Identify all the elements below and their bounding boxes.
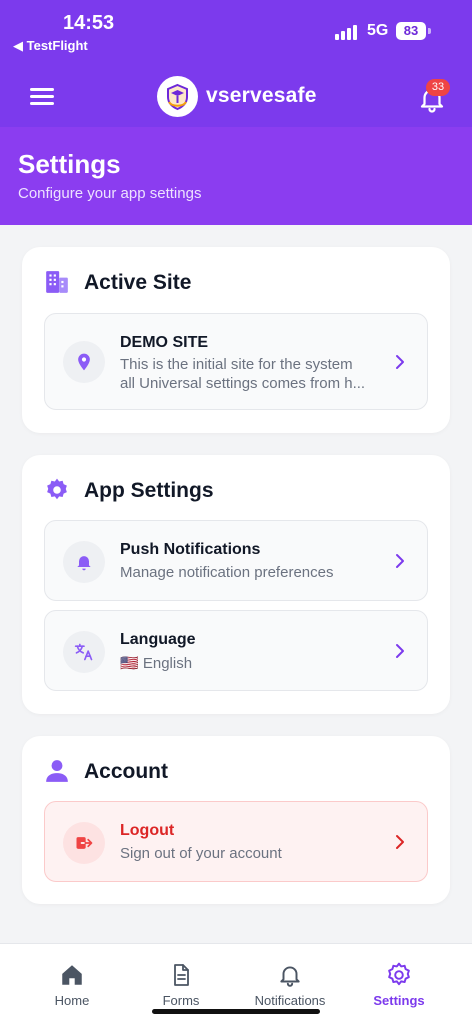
- language-title: Language: [120, 631, 196, 648]
- brand-name: vservesafe: [206, 84, 317, 107]
- demo-site-desc-line2: all Universal settings comes from h...: [120, 375, 366, 392]
- menu-icon[interactable]: [30, 88, 54, 106]
- home-indicator: [152, 1009, 320, 1014]
- language-value: 🇺🇸 English: [120, 655, 193, 672]
- tab-forms-label: Forms: [162, 993, 200, 1008]
- tab-settings-label: Settings: [373, 993, 425, 1008]
- gear-icon: [388, 962, 410, 986]
- status-bar: 14:53 ◀ TestFlight 5G 83: [0, 0, 472, 62]
- logout-desc: Sign out of your account: [120, 845, 282, 862]
- network-type: 5G: [367, 22, 389, 39]
- active-site-card: Active Site DEMO SITE This is the initia…: [22, 247, 450, 433]
- battery-icon: 83: [396, 22, 426, 40]
- battery-nub: [428, 28, 431, 34]
- app-settings-card: App Settings Push Notifications Manage n…: [22, 455, 450, 714]
- location-pin-icon: [63, 341, 105, 383]
- demo-site-title: DEMO SITE: [120, 334, 209, 351]
- tab-settings[interactable]: Settings: [340, 944, 458, 1024]
- testflight-back-link[interactable]: ◀ TestFlight: [13, 38, 88, 54]
- user-icon: [46, 760, 68, 782]
- language-item[interactable]: Language 🇺🇸 English: [44, 610, 428, 691]
- translate-icon: [63, 631, 105, 673]
- push-notifications-item[interactable]: Push Notifications Manage notification p…: [44, 520, 428, 601]
- building-icon: [46, 271, 68, 293]
- status-time: 14:53: [63, 12, 115, 34]
- tab-home-label: Home: [54, 993, 90, 1008]
- chevron-right-icon: [396, 835, 404, 849]
- app-header: vservesafe: [0, 62, 472, 127]
- active-site-title: Active Site: [84, 271, 192, 294]
- demo-site-desc-line1: This is the initial site for the system: [120, 356, 353, 373]
- signal-icon: [335, 24, 361, 40]
- logout-icon: [63, 822, 105, 864]
- bell-icon: [63, 541, 105, 583]
- chevron-right-icon: [396, 644, 404, 658]
- account-title: Account: [84, 760, 168, 783]
- logout-title: Logout: [120, 822, 175, 839]
- home-icon: [62, 965, 82, 985]
- app-logo: [157, 76, 198, 117]
- chevron-right-icon: [396, 355, 404, 369]
- account-card: Account Logout Sign out of your account: [22, 736, 450, 904]
- bell-icon: [280, 966, 300, 987]
- page-subtitle: Configure your app settings: [18, 185, 202, 202]
- notification-count-badge: 33: [426, 79, 450, 96]
- push-notifications-desc: Manage notification preferences: [120, 564, 334, 581]
- chevron-right-icon: [396, 554, 404, 568]
- tab-notifications-label: Notifications: [254, 993, 326, 1008]
- document-icon: [174, 964, 189, 986]
- page-title: Settings: [18, 149, 121, 179]
- gear-icon: [47, 478, 67, 500]
- logout-item[interactable]: Logout Sign out of your account: [44, 801, 428, 882]
- settings-header: Settings Configure your app settings: [0, 127, 472, 225]
- demo-site-item[interactable]: DEMO SITE This is the initial site for t…: [44, 313, 428, 410]
- push-notifications-title: Push Notifications: [120, 541, 261, 558]
- tab-home[interactable]: Home: [13, 944, 131, 1024]
- app-settings-title: App Settings: [84, 479, 214, 502]
